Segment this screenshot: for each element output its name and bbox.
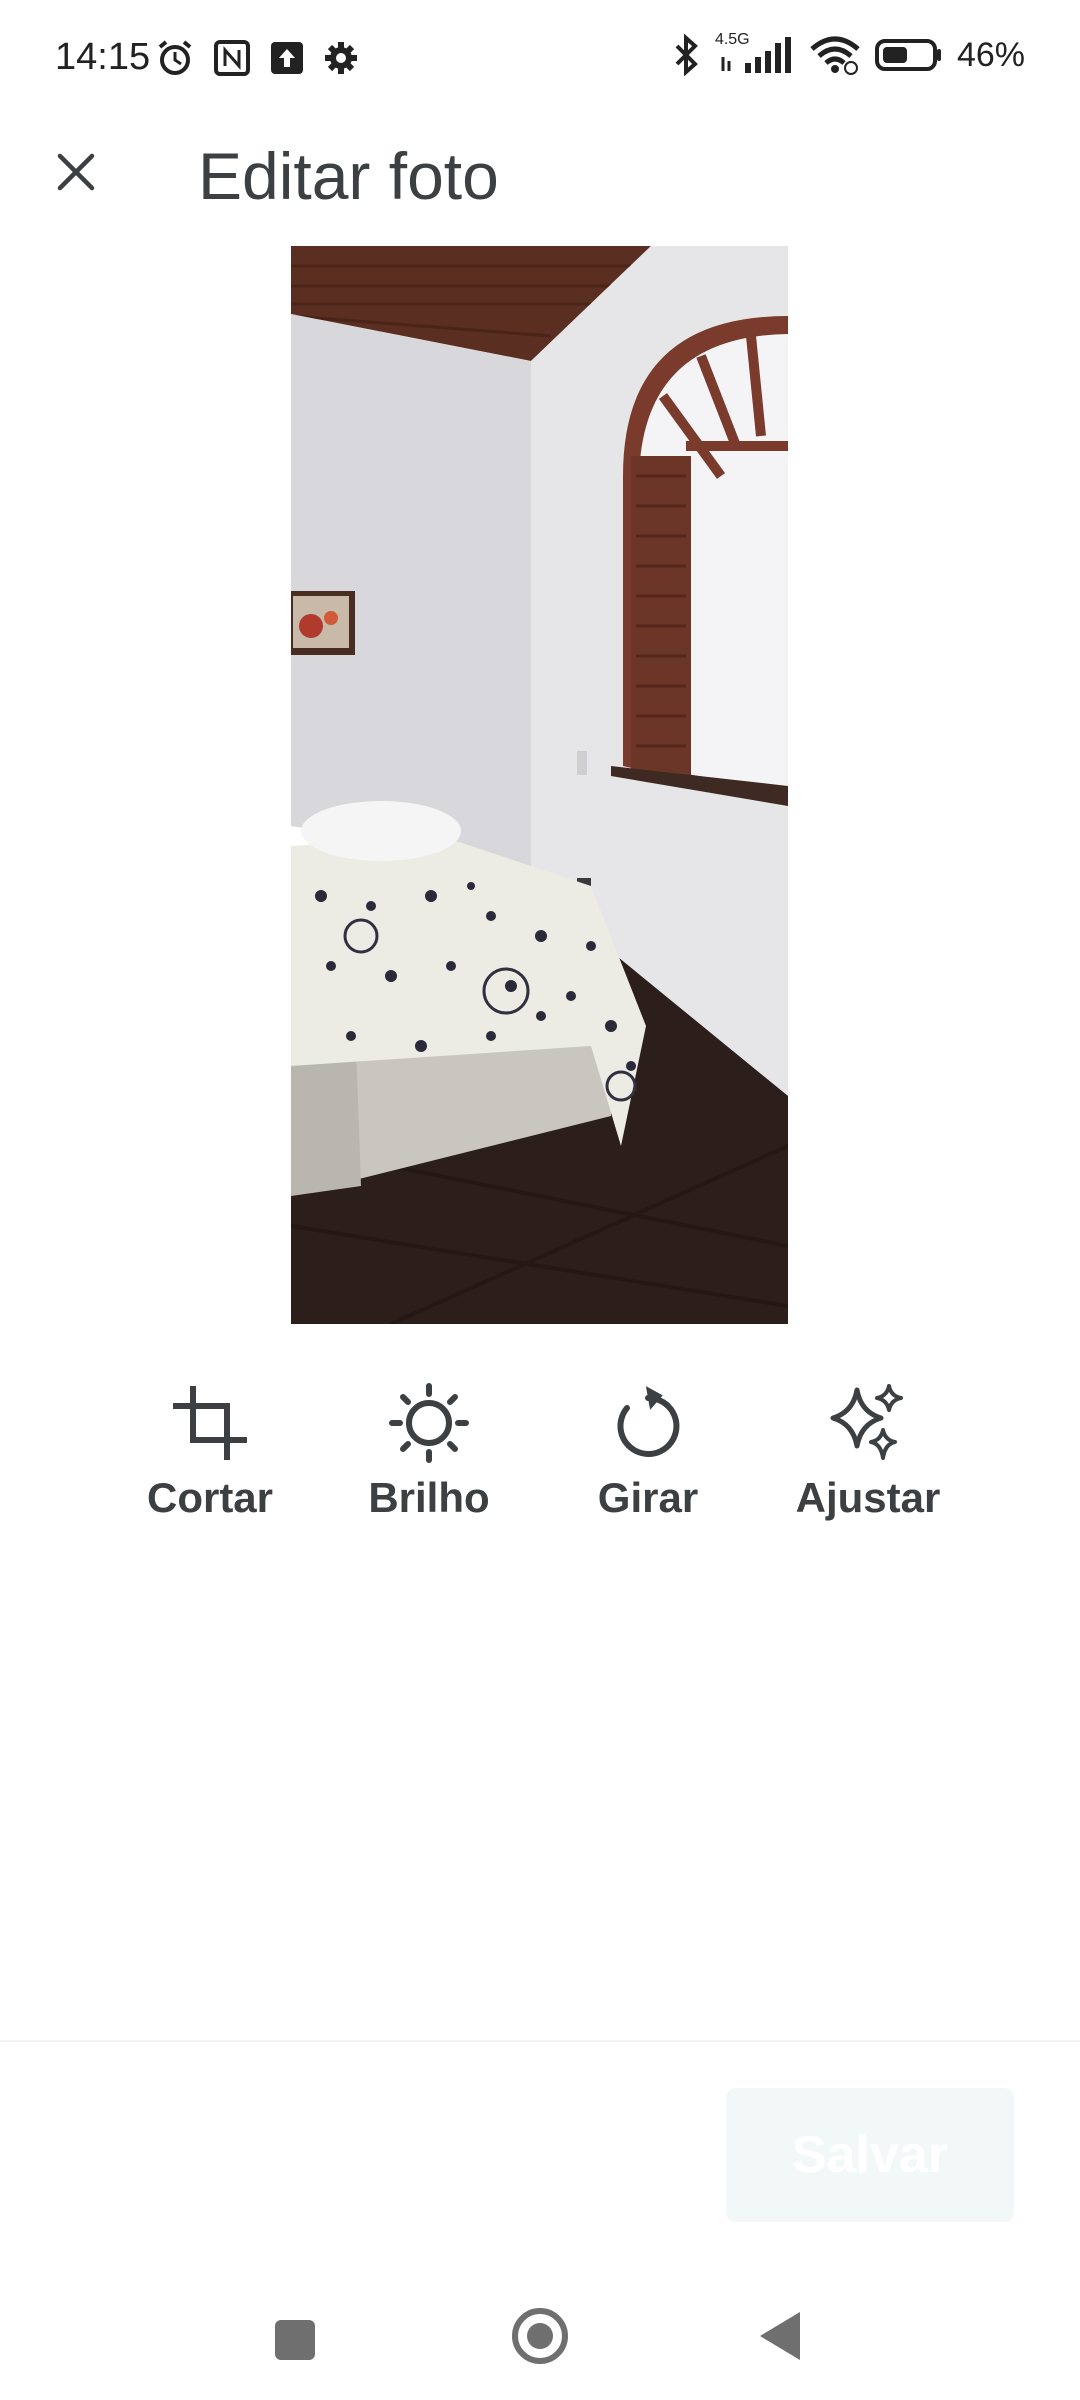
footer-divider	[0, 2040, 1080, 2042]
tool-brightness-label: Brilho	[368, 1474, 490, 1521]
bluetooth-icon	[675, 34, 698, 76]
save-button[interactable]: Salvar	[726, 2088, 1014, 2222]
alarm-icon	[158, 40, 192, 75]
upload-icon	[271, 42, 303, 74]
edit-tools: Cortar Brilho Girar Ajustar	[0, 1380, 1080, 1560]
brightness-icon	[389, 1383, 469, 1463]
close-button[interactable]	[36, 132, 116, 212]
tool-rotate-label: Girar	[597, 1474, 699, 1521]
settings-icon	[325, 42, 357, 74]
back-button[interactable]	[760, 2312, 800, 2360]
tool-brightness[interactable]: Brilho	[339, 1380, 519, 1522]
crop-icon	[173, 1386, 247, 1460]
system-nav-bar	[0, 2280, 1080, 2390]
nfc-icon	[214, 40, 250, 76]
close-icon	[57, 153, 95, 191]
status-bar: 14:15 4.5G 46%	[0, 0, 1080, 120]
status-icons-left	[155, 38, 359, 78]
tool-adjust-label: Ajustar	[795, 1474, 941, 1521]
tool-crop-label: Cortar	[146, 1474, 274, 1521]
sparkle-icon	[830, 1384, 903, 1460]
recent-apps-button[interactable]	[275, 2320, 315, 2360]
status-icons-right: 4.5G 46%	[671, 31, 1025, 76]
rotate-icon	[617, 1386, 680, 1457]
status-time: 14:15	[55, 36, 151, 78]
photo-preview	[291, 246, 788, 1324]
wifi-icon	[810, 36, 860, 75]
tool-rotate[interactable]: Girar	[558, 1380, 738, 1522]
tool-adjust[interactable]: Ajustar	[778, 1380, 958, 1522]
signal-icon: 4.5G	[715, 31, 795, 75]
page-title: Editar foto	[198, 139, 499, 213]
home-button[interactable]	[512, 2308, 568, 2364]
app-bar: Editar foto	[0, 120, 1080, 220]
battery-icon	[874, 39, 941, 71]
tool-crop[interactable]: Cortar	[120, 1380, 300, 1522]
battery-percent: 46%	[956, 35, 1025, 74]
